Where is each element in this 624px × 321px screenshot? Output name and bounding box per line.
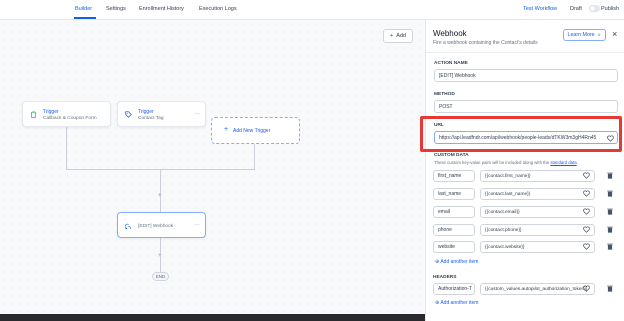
plus-circle-icon: ⊕ <box>435 259 440 265</box>
tab-settings[interactable]: Settings <box>106 6 126 12</box>
trash-icon[interactable] <box>607 190 613 197</box>
action-node-webhook[interactable]: [EDIT] Webhook ··· <box>117 212 206 238</box>
publish-toggle[interactable] <box>589 5 600 12</box>
trigger-node-form[interactable]: Trigger Callback & Coupon Form <box>22 101 111 127</box>
custom-data-value[interactable]: {{contact.phone}} <box>480 224 595 236</box>
connector-line <box>66 127 67 169</box>
heart-icon[interactable] <box>583 243 590 250</box>
custom-data-value[interactable]: {{contact.website}} <box>480 241 595 253</box>
heart-icon[interactable] <box>583 190 590 197</box>
trigger-title: Trigger <box>43 109 59 115</box>
add-custom-data-item-link[interactable]: ⊕ Add another item <box>435 259 478 265</box>
add-step-plus-icon[interactable]: + <box>158 193 162 199</box>
add-button[interactable]: + Add <box>383 29 413 43</box>
plus-icon: + <box>224 126 229 133</box>
custom-data-value[interactable]: {{contact.last_name}} <box>480 188 595 200</box>
active-tab-indicator <box>74 17 96 19</box>
trash-icon[interactable] <box>607 226 613 233</box>
custom-data-key[interactable]: first_name <box>433 170 475 182</box>
heart-icon[interactable] <box>583 226 590 233</box>
custom-data-key[interactable]: email <box>433 206 475 218</box>
add-step-plus-icon[interactable]: + <box>158 253 162 259</box>
publish-label: Publish <box>601 6 620 12</box>
trigger-title: Trigger <box>138 109 154 115</box>
custom-data-value[interactable]: {{contact.email}} <box>480 206 595 218</box>
heart-icon[interactable] <box>583 172 590 179</box>
tab-builder[interactable]: Builder <box>75 6 92 12</box>
tab-enrollment-history[interactable]: Enrollment History <box>139 6 184 12</box>
custom-data-key[interactable]: phone <box>433 224 475 236</box>
tag-icon <box>125 111 132 118</box>
draft-label: Draft <box>570 6 582 12</box>
plus-circle-icon: ⊕ <box>435 300 440 306</box>
webhook-icon <box>125 223 131 230</box>
top-bar: Builder Settings Enrollment History Exec… <box>0 0 624 20</box>
workflow-canvas[interactable] <box>0 20 425 321</box>
action-node-label: [EDIT] Webhook <box>138 224 174 229</box>
trigger-subtitle: Callback & Coupon Form <box>43 116 97 121</box>
custom-data-value[interactable]: {{contact.first_name}} <box>480 170 595 182</box>
connector-line <box>160 169 161 212</box>
trash-icon[interactable] <box>607 208 613 215</box>
heart-icon[interactable] <box>583 208 590 215</box>
heart-icon[interactable] <box>583 285 590 292</box>
trash-icon[interactable] <box>607 172 613 179</box>
clipboard-icon <box>31 111 36 118</box>
add-header-item-link[interactable]: ⊕ Add another item <box>435 300 478 306</box>
connector-line <box>254 144 255 169</box>
tab-execution-logs[interactable]: Execution Logs <box>199 6 237 12</box>
trigger-subtitle: Contact Tag <box>138 116 164 121</box>
trash-icon[interactable] <box>607 285 613 292</box>
custom-data-key[interactable]: last_name <box>433 188 475 200</box>
test-workflow-link[interactable]: Test Workflow <box>523 6 557 12</box>
trash-icon[interactable] <box>607 243 613 250</box>
custom-data-key[interactable]: website <box>433 241 475 253</box>
add-new-trigger-button[interactable]: + Add New Trigger <box>211 117 300 144</box>
header-key[interactable]: Authorization-T <box>433 283 475 295</box>
custom-data-rows: first_name {{contact.first_name}} last_n… <box>425 20 624 321</box>
header-value[interactable]: {{custom_values.autopilot_authorization_… <box>480 283 595 295</box>
more-options-icon[interactable]: ··· <box>195 111 200 117</box>
trigger-node-tag[interactable]: Trigger Contact Tag ··· <box>117 101 206 127</box>
headers-label: HEADERS <box>433 275 457 280</box>
bottom-overlay-bar <box>0 314 433 321</box>
more-options-icon[interactable]: ··· <box>195 222 200 228</box>
end-node: END <box>152 272 169 281</box>
plus-icon: + <box>389 33 394 39</box>
